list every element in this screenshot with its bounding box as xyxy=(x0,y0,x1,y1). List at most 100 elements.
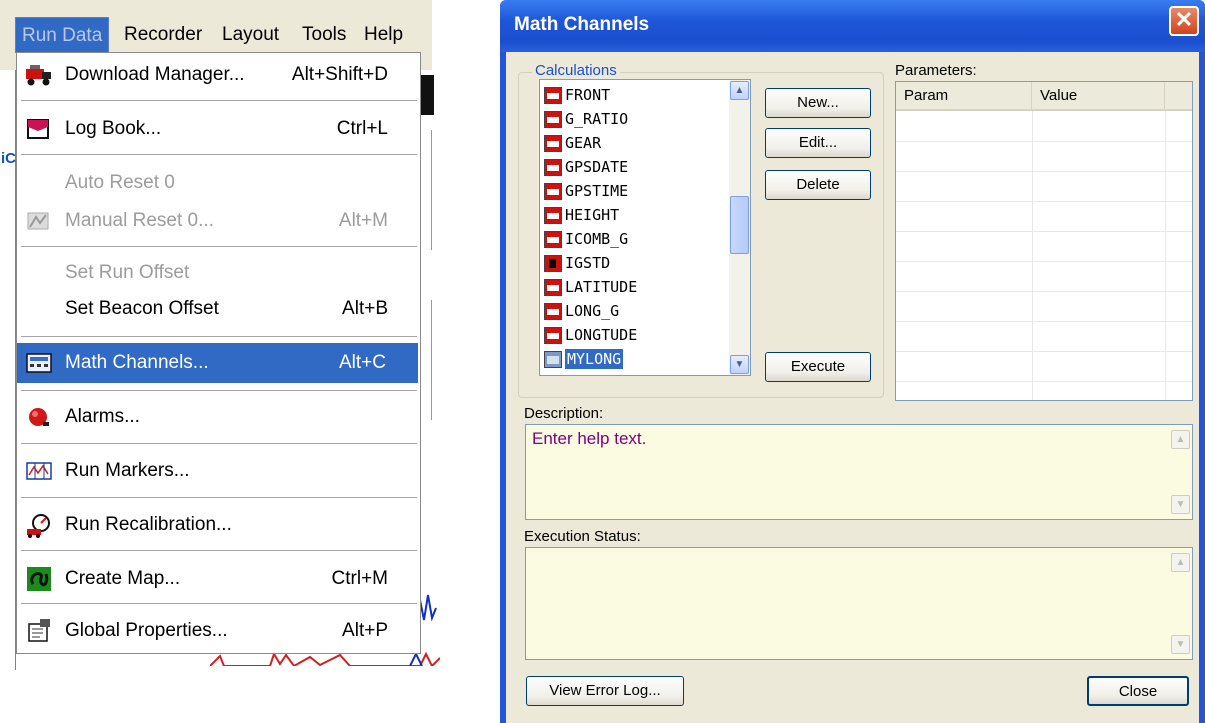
new-button[interactable]: New... xyxy=(765,88,871,118)
table-row xyxy=(896,231,1192,232)
list-item[interactable]: FRONT xyxy=(544,84,730,106)
execute-button[interactable]: Execute xyxy=(765,352,871,382)
channel-icon xyxy=(544,86,562,104)
scroll-down-icon[interactable]: ▼ xyxy=(1171,495,1190,514)
menu-separator xyxy=(21,550,417,552)
properties-icon xyxy=(23,617,55,645)
description-label: Description: xyxy=(524,405,604,422)
menu-separator xyxy=(21,443,417,445)
list-item[interactable]: LATITUDE xyxy=(544,276,730,298)
dialog-title-bar[interactable]: Math Channels ✕ xyxy=(500,0,1205,52)
list-item[interactable]: HEIGHT xyxy=(544,204,730,226)
menu-item-run-recalibration[interactable]: Run Recalibration... xyxy=(17,505,420,545)
table-row xyxy=(896,381,1192,382)
column-divider xyxy=(1165,111,1166,400)
calculations-scrollbar[interactable]: ▲ ▼ xyxy=(729,80,750,375)
menu-item-manual-reset[interactable]: Manual Reset 0... Alt+M xyxy=(17,201,420,241)
menu-layout[interactable]: Layout xyxy=(216,17,285,53)
background-label: iC xyxy=(1,150,16,167)
menu-item-set-beacon-offset[interactable]: Set Beacon Offset Alt+B xyxy=(17,289,420,329)
list-item[interactable]: GPSDATE xyxy=(544,156,730,178)
channel-icon xyxy=(544,326,562,344)
channel-icon xyxy=(544,254,562,272)
list-item-selected[interactable]: MYLONG xyxy=(544,348,730,370)
background-line xyxy=(431,130,432,250)
parameters-table[interactable]: Param Value xyxy=(895,81,1193,401)
table-row xyxy=(896,321,1192,322)
calculator-icon xyxy=(23,349,55,377)
table-row xyxy=(896,351,1192,352)
scroll-down-icon[interactable]: ▼ xyxy=(730,355,749,374)
column-divider xyxy=(1032,111,1033,400)
run-data-dropdown: Download Manager... Alt+Shift+D Log Book… xyxy=(16,52,421,654)
menu-item-run-markers[interactable]: Run Markers... xyxy=(17,451,420,491)
parameters-header: Param Value xyxy=(896,82,1192,111)
description-field[interactable]: Enter help text. ▲ ▼ xyxy=(525,424,1193,520)
list-item[interactable]: GEAR xyxy=(544,132,730,154)
menu-help[interactable]: Help xyxy=(358,17,409,53)
recalibration-icon xyxy=(23,511,55,539)
calculations-list[interactable]: FRONT G_RATIO GEAR GPSDATE GPSTIME HEIGH… xyxy=(539,79,751,376)
calculations-label: Calculations xyxy=(532,62,620,79)
list-item[interactable]: ICOMB_G xyxy=(544,228,730,250)
close-icon[interactable]: ✕ xyxy=(1169,6,1199,36)
menu-item-math-channels[interactable]: Math Channels... Alt+C xyxy=(17,343,418,383)
scroll-up-icon[interactable]: ▲ xyxy=(730,81,749,100)
menu-item-set-run-offset[interactable]: Set Run Offset xyxy=(17,253,420,293)
menu-item-alarms[interactable]: Alarms... xyxy=(17,397,420,437)
scroll-up-icon[interactable]: ▲ xyxy=(1171,430,1190,449)
markers-icon xyxy=(23,457,55,485)
channel-icon xyxy=(544,278,562,296)
table-row xyxy=(896,141,1192,142)
column-header-value[interactable]: Value xyxy=(1032,82,1165,109)
calculator-icon xyxy=(544,350,562,368)
list-item[interactable]: G_RATIO xyxy=(544,108,730,130)
channel-icon xyxy=(544,206,562,224)
list-item[interactable]: LONG_G xyxy=(544,300,730,322)
view-error-log-button[interactable]: View Error Log... xyxy=(526,676,684,706)
scroll-thumb[interactable] xyxy=(730,196,749,254)
menu-tools[interactable]: Tools xyxy=(296,17,352,53)
close-button[interactable]: Close xyxy=(1087,676,1189,706)
menu-run-data[interactable]: Run Data xyxy=(15,17,110,53)
scroll-down-icon[interactable]: ▼ xyxy=(1171,635,1190,654)
list-item[interactable]: IGSTD xyxy=(544,252,730,274)
list-item[interactable]: LONGTUDE xyxy=(544,324,730,346)
execution-status-scrollbar[interactable]: ▲ ▼ xyxy=(1170,549,1191,658)
list-item[interactable]: GPSTIME xyxy=(544,180,730,202)
scroll-up-icon[interactable]: ▲ xyxy=(1171,553,1190,572)
description-scrollbar[interactable]: ▲ ▼ xyxy=(1170,426,1191,518)
channel-icon xyxy=(544,182,562,200)
menu-separator xyxy=(21,603,417,605)
math-channels-dialog: Math Channels ✕ Calculations FRONT G_RAT… xyxy=(500,0,1205,723)
channel-icon xyxy=(544,230,562,248)
background-trace-blue xyxy=(419,594,437,622)
delete-button[interactable]: Delete xyxy=(765,170,871,200)
menu-item-global-properties[interactable]: Global Properties... Alt+P xyxy=(17,611,420,651)
background-trace xyxy=(210,652,440,666)
execution-status-label: Execution Status: xyxy=(524,528,641,545)
alarm-icon xyxy=(23,403,55,431)
dialog-title: Math Channels xyxy=(514,14,650,35)
channel-icon xyxy=(544,158,562,176)
background-dark-bar xyxy=(420,75,434,115)
logbook-icon xyxy=(23,115,55,143)
description-text: Enter help text. xyxy=(532,429,647,448)
edit-button[interactable]: Edit... xyxy=(765,128,871,158)
column-header-param[interactable]: Param xyxy=(896,82,1032,109)
channel-icon xyxy=(544,302,562,320)
menu-separator xyxy=(21,154,417,156)
menu-separator xyxy=(21,497,417,499)
truck-icon xyxy=(23,61,55,89)
menu-item-download-manager[interactable]: Download Manager... Alt+Shift+D xyxy=(17,55,420,95)
menu-separator xyxy=(21,100,417,102)
background-line xyxy=(431,300,432,420)
map-icon xyxy=(23,565,55,593)
menu-item-log-book[interactable]: Log Book... Ctrl+L xyxy=(17,109,420,149)
menu-recorder[interactable]: Recorder xyxy=(118,17,208,53)
menu-item-create-map[interactable]: Create Map... Ctrl+M xyxy=(17,559,420,599)
menu-item-auto-reset[interactable]: Auto Reset 0 xyxy=(17,163,420,203)
execution-status-field[interactable]: ▲ ▼ xyxy=(525,547,1193,660)
table-row xyxy=(896,261,1192,262)
channel-icon xyxy=(544,110,562,128)
